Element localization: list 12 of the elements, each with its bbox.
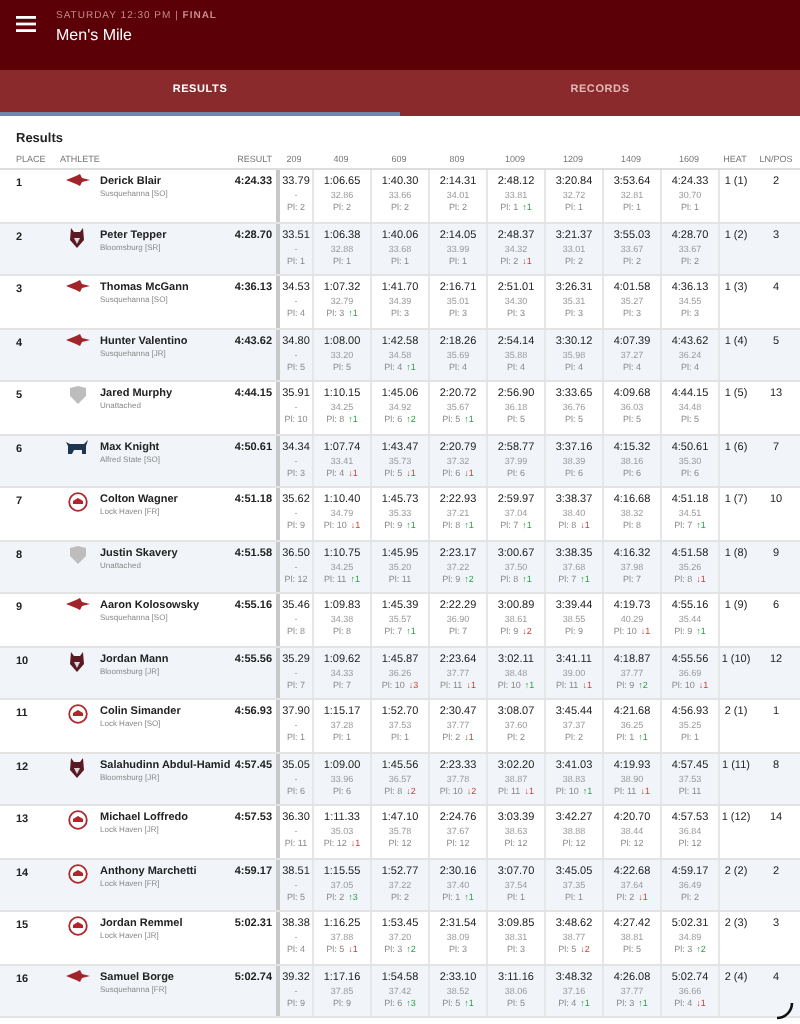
bird-icon — [65, 333, 89, 345]
bird-icon — [65, 174, 89, 186]
bird-icon — [65, 969, 89, 981]
bull-icon — [66, 439, 88, 453]
bird-icon — [65, 598, 89, 610]
shield-icon — [69, 545, 85, 563]
event-title: Men's Mile — [56, 24, 134, 46]
bird-icon — [65, 280, 89, 292]
loading-spinner-icon — [776, 1002, 794, 1020]
shield-icon — [69, 386, 85, 404]
menu-icon[interactable] — [16, 16, 36, 32]
emblem-icon — [67, 863, 87, 883]
